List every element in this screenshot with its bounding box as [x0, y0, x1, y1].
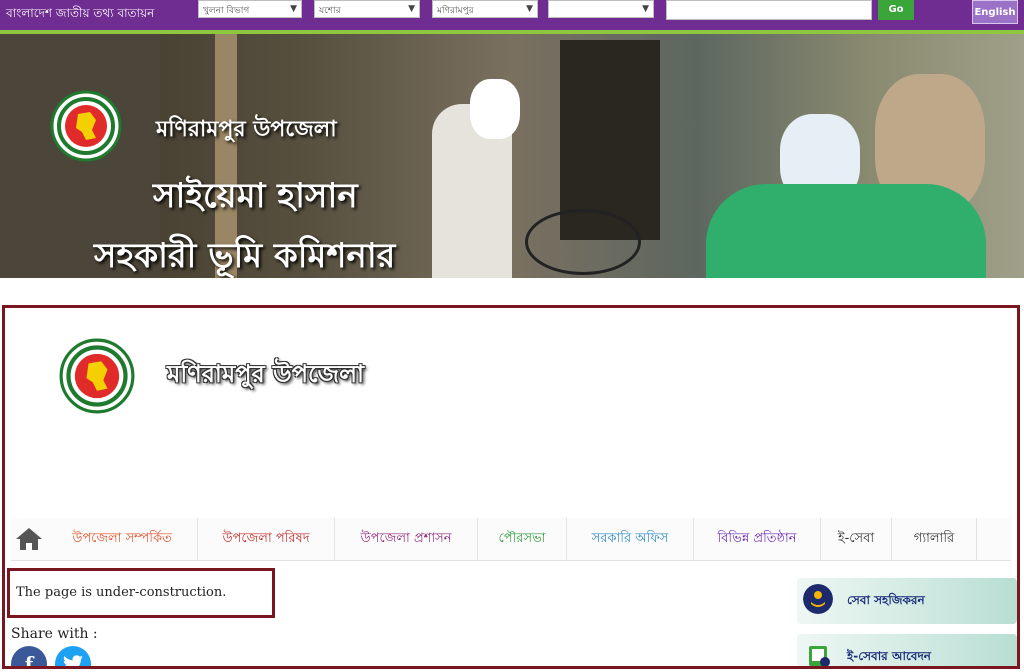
nav-item-municipality[interactable]: পৌরসভা: [478, 518, 567, 560]
nav-item-government-offices[interactable]: সরকারি অফিস: [567, 518, 694, 560]
facebook-icon[interactable]: f: [11, 646, 47, 666]
nav-item-institutions[interactable]: বিভিন্ন প্রতিষ্ঠান: [694, 518, 821, 560]
chevron-down-icon: ▼: [642, 4, 649, 14]
division-select[interactable]: খুলনা বিভাগ ▼: [198, 0, 302, 18]
upazila-select-value: মণিরামপুর: [437, 6, 474, 16]
nav-item-label: পৌরসভা: [498, 531, 546, 546]
nav-item-e-services[interactable]: ই-সেবা: [821, 518, 892, 560]
nav-item-upazila-council[interactable]: উপজেলা পরিষদ: [198, 518, 335, 560]
service-hand-icon: [803, 584, 833, 614]
service-simplification-label: সেবা সহজিকরন: [847, 593, 925, 607]
language-button[interactable]: English: [972, 0, 1018, 24]
chevron-down-icon: ▼: [290, 4, 297, 14]
district-select-value: যশোর: [319, 6, 341, 16]
chevron-down-icon: ▼: [526, 4, 533, 14]
main-nav: উপজেলা সম্পর্কিত উপজেলা পরিষদ উপজেলা প্র…: [11, 518, 1011, 561]
nav-item-label: ই-সেবা: [837, 531, 875, 546]
banner-upazila-name: মণিরামপুর উপজেলা: [156, 117, 337, 142]
banner: মণিরামপুর উপজেলা সাইয়েমা হাসান সহকারী ভ…: [0, 34, 1024, 278]
site-title[interactable]: মণিরামপুর উপজেলা: [167, 356, 364, 396]
twitter-bird-icon: [63, 655, 83, 666]
division-select-value: খুলনা বিভাগ: [203, 6, 250, 16]
site-frame: মণিরামপুর উপজেলা উপজেলা সম্পর্কিত উপজেলা…: [2, 305, 1020, 669]
nav-item-label: গ্যালারি: [913, 531, 955, 546]
nav-item-upazila-about[interactable]: উপজেলা সম্পর্কিত: [47, 518, 198, 560]
district-select[interactable]: যশোর ▼: [314, 0, 420, 18]
nav-item-label: উপজেলা সম্পর্কিত: [72, 531, 172, 546]
banner-officer-title: সহকারী ভূমি কমিশনার: [94, 236, 396, 276]
e-service-application-label: ই-সেবার আবেদন: [847, 649, 931, 663]
e-service-device-icon: [809, 646, 830, 666]
government-emblem-icon: [50, 90, 122, 162]
upazila-select[interactable]: মণিরামপুর ▼: [432, 0, 538, 18]
nav-item-label: উপজেলা পরিষদ: [222, 531, 310, 546]
government-emblem-icon[interactable]: [59, 338, 135, 414]
home-icon[interactable]: [15, 526, 43, 552]
search-input[interactable]: [666, 0, 872, 20]
nav-item-label: উপজেলা প্রশাসন: [360, 531, 452, 546]
twitter-icon[interactable]: [55, 646, 91, 666]
nav-item-label: বিভিন্ন প্রতিষ্ঠান: [717, 531, 797, 546]
banner-officer-name: সাইয়েমা হাসান: [153, 176, 358, 216]
e-service-application-card[interactable]: ই-সেবার আবেদন: [797, 634, 1017, 666]
service-simplification-card[interactable]: সেবা সহজিকরন: [797, 578, 1017, 624]
union-select[interactable]: ▼: [548, 0, 654, 18]
nav-item-label: সরকারি অফিস: [591, 531, 669, 546]
top-bar: বাংলাদেশ জাতীয় তথ্য বাতায়ন খুলনা বিভাগ…: [0, 0, 1024, 34]
go-button[interactable]: Go: [878, 0, 914, 20]
nav-item-gallery[interactable]: গ্যালারি: [892, 518, 977, 560]
share-label: Share with :: [11, 626, 98, 642]
portal-title[interactable]: বাংলাদেশ জাতীয় তথ্য বাতায়ন: [6, 5, 154, 25]
under-construction-notice: The page is under-construction.: [7, 568, 275, 618]
nav-item-upazila-administration[interactable]: উপজেলা প্রশাসন: [335, 518, 478, 560]
chevron-down-icon: ▼: [408, 4, 415, 14]
